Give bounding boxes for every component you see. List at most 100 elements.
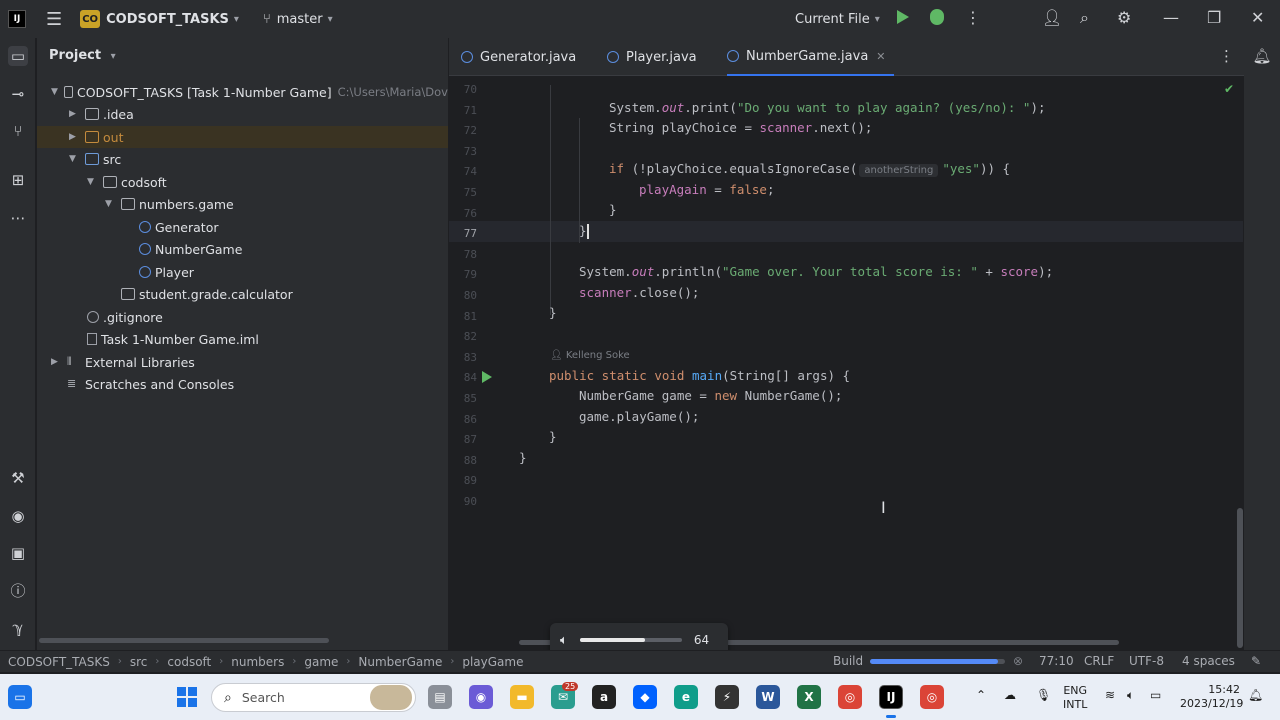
pull-requests-icon[interactable]: ⑂	[8, 121, 28, 141]
power-automate-icon[interactable]: ⚡	[715, 685, 739, 709]
minimize-window-button[interactable]: —	[1163, 8, 1179, 27]
settings-gear-icon[interactable]: ⚙	[1117, 8, 1131, 27]
line-number[interactable]: 89	[449, 474, 477, 487]
line-number[interactable]: 88	[449, 454, 477, 467]
chevron-down-icon[interactable]: ▾	[328, 14, 333, 25]
chevron-down-icon[interactable]: ▼	[51, 87, 58, 97]
language-indicator[interactable]: ENG INTL	[1063, 684, 1087, 712]
code-line-81[interactable]: }	[549, 303, 557, 323]
code-line-75[interactable]: playAgain = false;	[639, 180, 774, 200]
breadcrumb-src[interactable]: src	[130, 655, 148, 669]
structure-icon[interactable]: ⊞	[8, 170, 28, 190]
line-number[interactable]: 74	[449, 165, 477, 178]
maximize-window-button[interactable]: ❐	[1207, 8, 1221, 27]
code-line-84[interactable]: NumberGame game = new NumberGame();	[579, 386, 842, 406]
git-icon[interactable]: ℽ	[8, 618, 28, 638]
tree-item-student-grade-calculator[interactable]: student.grade.calculator	[37, 283, 448, 305]
more-actions-icon[interactable]: ⋮	[965, 8, 981, 27]
taskbar-search[interactable]: ⌕ Search	[211, 683, 416, 712]
tray-overflow-chevron-icon[interactable]: ⌃	[976, 688, 986, 702]
tab-numbergame[interactable]: NumberGame.java ✕	[727, 38, 894, 76]
tree-item-iml[interactable]: Task 1-Number Game.iml	[37, 328, 448, 350]
teams-chat-icon[interactable]: ◉	[469, 685, 493, 709]
search-icon[interactable]: ⌕	[1080, 8, 1089, 28]
edge-browser-icon[interactable]: e	[674, 685, 698, 709]
volume-slider[interactable]	[579, 638, 682, 642]
chrome-icon[interactable]: ◎	[838, 685, 862, 709]
build-hammer-icon[interactable]: ⚒	[8, 468, 28, 488]
run-config-selector[interactable]: Current File ▾	[795, 0, 880, 38]
code-line-71[interactable]: System.out.print("Do you want to play ag…	[609, 98, 1046, 118]
read-only-toggle-icon[interactable]: ✎	[1251, 654, 1261, 668]
tree-item-src[interactable]: ▼ src	[37, 148, 448, 170]
chevron-right-icon[interactable]: ▶	[69, 109, 79, 119]
tree-item-root[interactable]: ▼ CODSOFT_TASKS [Task 1-Number Game] C:\…	[37, 81, 448, 103]
code-line-77[interactable]: }	[579, 221, 589, 241]
code-line-76[interactable]: }	[609, 200, 617, 220]
project-panel-header[interactable]: Project ▾	[49, 48, 116, 63]
breadcrumb-game[interactable]: game	[304, 655, 338, 669]
build-status-label[interactable]: Build	[833, 654, 863, 668]
main-menu-icon[interactable]: ☰	[46, 9, 62, 30]
volume-icon[interactable]: 🔈︎	[1127, 688, 1134, 703]
chrome-icon[interactable]: ◎	[920, 685, 944, 709]
line-number[interactable]: 81	[449, 310, 477, 323]
breadcrumb-method[interactable]: playGame	[462, 655, 523, 669]
chevron-down-icon[interactable]: ▼	[87, 177, 97, 187]
chevron-down-icon[interactable]: ▾	[234, 14, 239, 25]
line-number[interactable]: 86	[449, 413, 477, 426]
line-number[interactable]: 71	[449, 104, 477, 117]
line-number[interactable]: 70	[449, 83, 477, 96]
project-switcher[interactable]: CODSOFT_TASKS	[106, 12, 229, 27]
excel-icon[interactable]: X	[797, 685, 821, 709]
tree-item-idea[interactable]: ▶ .idea	[37, 103, 448, 125]
breadcrumb-codsoft[interactable]: codsoft	[167, 655, 211, 669]
tree-item-generator[interactable]: Generator	[37, 216, 448, 238]
problems-icon[interactable]: ⓘ	[8, 581, 28, 601]
word-icon[interactable]: W	[756, 685, 780, 709]
more-tabs-icon[interactable]: ⋮	[1219, 47, 1234, 65]
chevron-down-icon[interactable]: ▼	[105, 199, 115, 209]
tab-generator[interactable]: Generator.java	[461, 38, 576, 76]
taskbar-clock[interactable]: 15:42 2023/12/19	[1180, 683, 1243, 711]
line-number[interactable]: 77	[449, 227, 477, 240]
close-window-button[interactable]: ✕	[1251, 8, 1264, 27]
dropbox-icon[interactable]: ◆	[633, 685, 657, 709]
more-tools-icon[interactable]: ⋯	[8, 208, 28, 228]
line-number[interactable]: 79	[449, 268, 477, 281]
line-number[interactable]: 75	[449, 186, 477, 199]
task-view-icon[interactable]: ▭	[8, 685, 32, 709]
project-folder-icon[interactable]: ▭	[8, 46, 28, 66]
breadcrumb-project[interactable]: CODSOFT_TASKS	[8, 655, 110, 669]
cancel-build-icon[interactable]: ⊗	[1013, 654, 1023, 668]
line-ending[interactable]: CRLF	[1084, 654, 1114, 668]
battery-icon[interactable]: ▭	[1150, 688, 1161, 702]
tree-item-codsoft[interactable]: ▼ codsoft	[37, 171, 448, 193]
close-tab-icon[interactable]: ✕	[876, 50, 885, 63]
notification-bell-icon[interactable]: 🔔︎	[1248, 688, 1263, 702]
author-inlay-hint[interactable]: 👤︎ Kelleng Soke	[550, 350, 630, 361]
speaker-icon[interactable]: 🔈︎	[560, 633, 568, 648]
line-number[interactable]: 72	[449, 124, 477, 137]
code-line-72[interactable]: String playChoice = scanner.next();	[609, 118, 872, 138]
line-number[interactable]: 78	[449, 248, 477, 261]
git-branch-icon[interactable]: ⑂	[263, 12, 271, 27]
run-icon[interactable]	[897, 10, 909, 24]
onedrive-icon[interactable]: ☁	[1004, 688, 1016, 702]
code-line-87[interactable]: }	[519, 448, 527, 468]
file-explorer-window-icon[interactable]: ▤	[428, 685, 452, 709]
notifications-bell-icon[interactable]: 🔔︎	[1252, 46, 1272, 66]
run-main-gutter-icon[interactable]	[482, 371, 492, 383]
breadcrumb-class[interactable]: NumberGame	[358, 655, 442, 669]
line-number[interactable]: 73	[449, 145, 477, 158]
code-line-79[interactable]: System.out.println("Game over. Your tota…	[579, 262, 1053, 282]
chevron-right-icon[interactable]: ▶	[69, 132, 79, 142]
tree-item-external-libraries[interactable]: ▶ ⫴ External Libraries	[37, 351, 448, 373]
line-number[interactable]: 83	[449, 351, 477, 364]
wifi-icon[interactable]: ≋	[1105, 688, 1115, 702]
line-number[interactable]: 84	[449, 371, 477, 384]
account-icon[interactable]: 👤︎	[1042, 8, 1062, 27]
windows-start-icon[interactable]	[177, 687, 197, 707]
tree-item-numbers-game[interactable]: ▼ numbers.game	[37, 193, 448, 215]
line-number[interactable]: 85	[449, 392, 477, 405]
